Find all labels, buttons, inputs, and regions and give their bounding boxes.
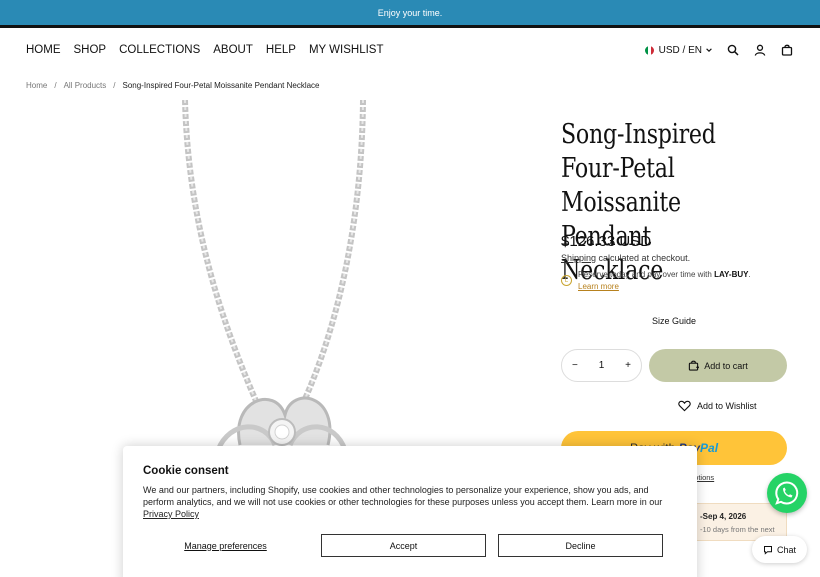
laybuy-brand: LAY-BUY [714, 270, 749, 279]
chevron-down-icon [706, 48, 712, 52]
quantity-increase-button[interactable]: + [625, 360, 631, 371]
paypal-brand-pal: Pal [700, 441, 719, 455]
delivery-date: -Sep 4, 2026 [700, 512, 747, 521]
nav-wishlist[interactable]: MY WISHLIST [309, 44, 384, 56]
laybuy-learn-more-link[interactable]: Learn more [578, 282, 619, 291]
account-icon[interactable] [753, 43, 767, 57]
quantity-value[interactable]: 1 [599, 360, 605, 371]
main-nav: HOME SHOP COLLECTIONS ABOUT HELP MY WISH… [0, 28, 820, 72]
shipping-note-text: calculated at checkout. [596, 253, 691, 263]
nav-about[interactable]: ABOUT [213, 44, 253, 56]
add-to-cart-button[interactable]: Add to cart [649, 349, 787, 382]
quantity-stepper: − 1 + [561, 349, 642, 382]
announcement-text: Enjoy your time. [377, 7, 443, 18]
breadcrumb-separator: / [113, 81, 116, 90]
manage-preferences-button[interactable]: Manage preferences [143, 541, 308, 551]
size-guide-link[interactable]: Size Guide [652, 316, 696, 326]
italy-flag-icon [644, 45, 654, 55]
nav-shop[interactable]: SHOP [74, 44, 107, 56]
cookie-body: We and our partners, including Shopify, … [143, 484, 673, 520]
decline-button[interactable]: Decline [498, 534, 663, 557]
quantity-decrease-button[interactable]: − [572, 360, 578, 371]
locale-label: USD / EN [658, 44, 702, 56]
add-to-wishlist-label: Add to Wishlist [697, 401, 757, 411]
whatsapp-icon [775, 481, 799, 505]
pendant-shape [215, 396, 348, 452]
product-price: $126.33 USD [561, 233, 652, 250]
cookie-body-text: We and our partners, including Shopify, … [143, 485, 663, 507]
search-icon[interactable] [726, 43, 740, 57]
breadcrumb-separator: / [54, 81, 57, 90]
heart-icon [678, 400, 691, 412]
laybuy-icon: L [561, 275, 572, 286]
locale-selector[interactable]: USD / EN [644, 44, 713, 56]
accept-button[interactable]: Accept [321, 534, 486, 557]
laybuy-info: L Reserve today and pay over time with L… [561, 269, 791, 293]
breadcrumb-all-products[interactable]: All Products [64, 81, 107, 90]
delivery-note: -10 days from the next [700, 525, 775, 534]
announcement-bar: Enjoy your time. [0, 0, 820, 25]
add-to-cart-label: Add to cart [704, 360, 748, 371]
shipping-link[interactable]: Shipping [561, 253, 596, 263]
chat-button[interactable]: Chat [752, 536, 807, 563]
cookie-consent-dialog: Cookie consent We and our partners, incl… [123, 446, 697, 577]
whatsapp-button[interactable] [767, 473, 807, 513]
nav-home[interactable]: HOME [26, 44, 61, 56]
cart-add-icon [689, 360, 700, 371]
laybuy-period: . [748, 270, 751, 279]
breadcrumb-current: Song-Inspired Four-Petal Moissanite Pend… [122, 81, 320, 90]
chat-label: Chat [776, 544, 796, 555]
nav-links: HOME SHOP COLLECTIONS ABOUT HELP MY WISH… [26, 44, 384, 56]
cookie-title: Cookie consent [143, 465, 229, 477]
shipping-note: Shipping calculated at checkout. [561, 253, 690, 263]
breadcrumb-home[interactable]: Home [26, 81, 47, 90]
cart-icon[interactable] [780, 43, 794, 57]
nav-collections[interactable]: COLLECTIONS [119, 44, 200, 56]
breadcrumb: Home / All Products / Song-Inspired Four… [26, 81, 320, 90]
nav-utilities: USD / EN [644, 43, 794, 57]
nav-help[interactable]: HELP [266, 44, 296, 56]
cookie-actions: Manage preferences Accept Decline [143, 534, 675, 557]
laybuy-text: Reserve today and pay over time with [578, 270, 715, 279]
add-to-wishlist-button[interactable]: Add to Wishlist [678, 400, 757, 412]
privacy-policy-link[interactable]: Privacy Policy [143, 509, 199, 519]
chat-bubble-icon [763, 545, 772, 555]
